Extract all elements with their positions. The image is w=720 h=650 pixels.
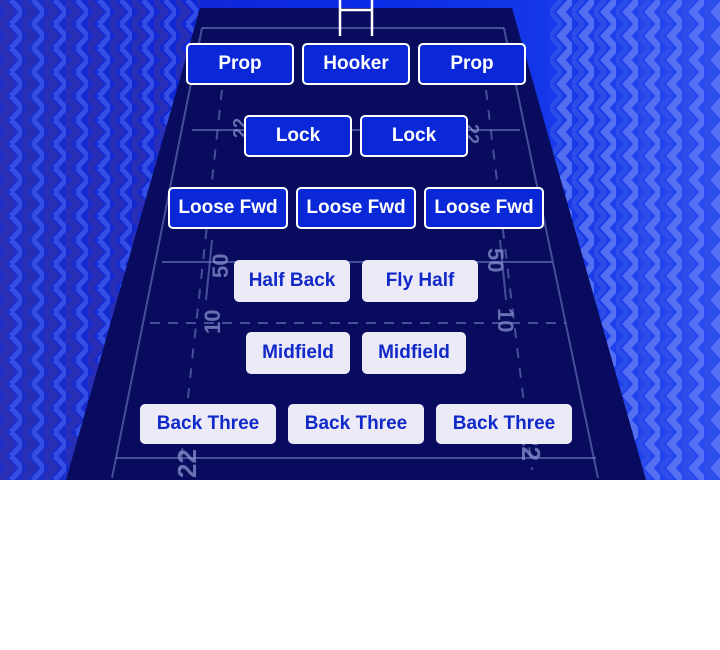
blank-area	[0, 480, 720, 650]
marking-50-right: 50	[483, 248, 508, 272]
position-midfield-left-button[interactable]: Midfield	[246, 332, 350, 374]
position-loose-fwd-right-button[interactable]: Loose Fwd	[424, 187, 544, 229]
position-back-three-center-button[interactable]: Back Three	[288, 404, 424, 444]
position-half-back-button[interactable]: Half Back	[234, 260, 350, 302]
position-back-three-right-button[interactable]: Back Three	[436, 404, 572, 444]
rugby-formation-panel: 22 22 50 50 10 10 22 22 Prop Hooker Prop…	[0, 0, 720, 480]
position-hooker-button[interactable]: Hooker	[302, 43, 410, 85]
position-loose-fwd-center-button[interactable]: Loose Fwd	[296, 187, 416, 229]
position-prop-right-button[interactable]: Prop	[418, 43, 526, 85]
position-lock-right-button[interactable]: Lock	[360, 115, 468, 157]
marking-10-left: 10	[200, 310, 225, 334]
position-loose-fwd-left-button[interactable]: Loose Fwd	[168, 187, 288, 229]
marking-10-right: 10	[493, 308, 518, 332]
marking-50-left: 50	[208, 254, 233, 278]
position-fly-half-button[interactable]: Fly Half	[362, 260, 478, 302]
position-prop-left-button[interactable]: Prop	[186, 43, 294, 85]
position-back-three-left-button[interactable]: Back Three	[140, 404, 276, 444]
position-lock-left-button[interactable]: Lock	[244, 115, 352, 157]
position-midfield-right-button[interactable]: Midfield	[362, 332, 466, 374]
marking-22-bottom-left: 22	[172, 449, 202, 478]
